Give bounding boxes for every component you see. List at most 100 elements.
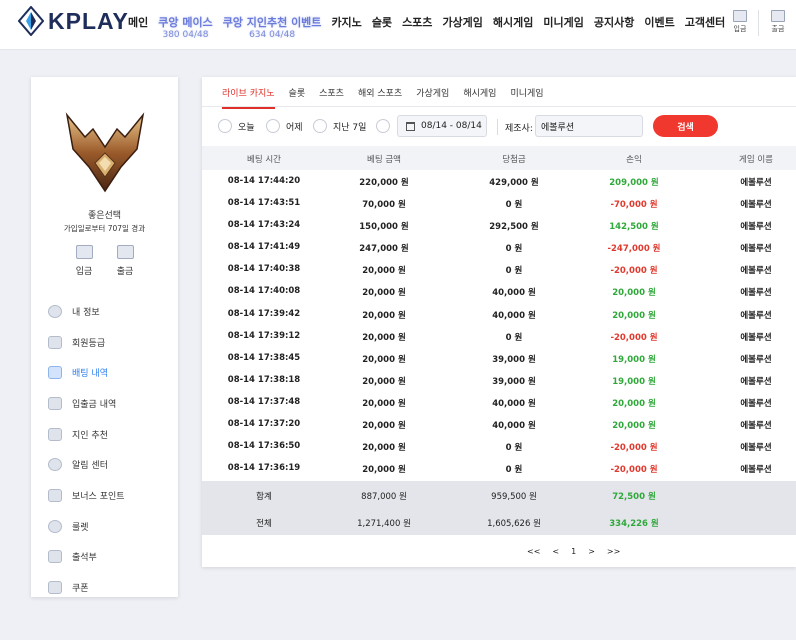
cell-time: 08-14 17:44:20 bbox=[227, 176, 301, 186]
cell-bet: 20,000 원 bbox=[362, 310, 406, 321]
table-body: 08-14 17:44:20 220,000 원 429,000 원 209,000 … bbox=[202, 170, 796, 479]
cell-game: 에볼루션 bbox=[740, 244, 772, 255]
sidebar-menu-item[interactable]: 내 정보 bbox=[48, 296, 125, 327]
tabs-divider bbox=[202, 106, 796, 107]
radio-custom[interactable] bbox=[376, 119, 396, 133]
wallet-icon bbox=[771, 10, 785, 22]
table-row: 08-14 17:43:51 70,000 원 0 원 -70,000 원 에볼루션 bbox=[202, 192, 796, 214]
page-last[interactable]: >> bbox=[607, 547, 620, 556]
nav-item[interactable]: 메인 bbox=[128, 14, 148, 30]
cell-win: 0 원 bbox=[505, 244, 523, 255]
transaction-icon bbox=[48, 396, 62, 410]
cell-pl: -247,000 원 bbox=[607, 244, 661, 255]
sidebar-menu-item[interactable]: 출석부 bbox=[48, 542, 125, 573]
radio-circle bbox=[376, 119, 390, 133]
page-next[interactable]: > bbox=[588, 547, 595, 556]
nav-item-label: 카지노 bbox=[331, 16, 362, 29]
cell-pl: -20,000 원 bbox=[610, 465, 658, 476]
cell-bet: 150,000 원 bbox=[359, 222, 409, 233]
nav-item-label: 이벤트 bbox=[644, 16, 675, 29]
page-current[interactable]: 1 bbox=[571, 547, 576, 556]
radio-yesterday[interactable]: 어제 bbox=[266, 119, 303, 133]
cell-win: 429,000 원 bbox=[489, 178, 539, 188]
sidebar-menu-item[interactable]: 입출금 내역 bbox=[48, 388, 125, 419]
pagination: << < 1 > >> bbox=[527, 547, 632, 556]
nav-item[interactable]: 쿠앙 메이스 380 04/48 bbox=[158, 14, 212, 40]
nav-item-sub: 380 04/48 bbox=[162, 30, 209, 40]
provider-input[interactable] bbox=[535, 115, 643, 137]
cell-win: 40,000 원 bbox=[492, 288, 536, 299]
sidebar-menu-label: 배팅 내역 bbox=[72, 369, 108, 380]
cell-game: 에볼루션 bbox=[740, 310, 772, 321]
table-row: 08-14 17:43:24 150,000 원 292,500 원 142,500 … bbox=[202, 214, 796, 236]
cell-pl: 20,000 원 bbox=[612, 288, 656, 299]
nav-item[interactable]: 스포츠 bbox=[402, 14, 432, 30]
cell-game: 에볼루션 bbox=[740, 266, 772, 277]
header-divider bbox=[758, 10, 759, 36]
calendar-icon bbox=[406, 121, 415, 131]
nav-item[interactable]: 가상게임 bbox=[442, 14, 482, 30]
nav-item-sub: 634 04/48 bbox=[249, 30, 296, 40]
sidebar-menu-label: 입출금 내역 bbox=[72, 399, 117, 410]
subtotal-bet: 887,000 원 bbox=[361, 492, 407, 502]
column-header: 베팅 금액 bbox=[367, 155, 401, 165]
sidebar-menu-item[interactable]: 룰렛 bbox=[48, 511, 125, 542]
search-button[interactable]: 검색 bbox=[653, 115, 718, 137]
cell-win: 292,500 원 bbox=[489, 222, 539, 233]
attendance-icon bbox=[48, 550, 62, 564]
sidebar-menu-item[interactable]: 배팅 내역 bbox=[48, 357, 125, 388]
nav-item-label: 스포츠 bbox=[402, 16, 433, 29]
cell-pl: -20,000 원 bbox=[610, 332, 658, 343]
sidebar-menu-item[interactable]: 회원등급 bbox=[48, 327, 125, 358]
radio-today[interactable]: 오늘 bbox=[218, 119, 255, 133]
sidebar-menu-item[interactable]: 보너스 포인트 bbox=[48, 480, 125, 511]
nav-item[interactable]: 카지노 bbox=[331, 14, 361, 30]
nav-item[interactable]: 공지사항 bbox=[594, 14, 634, 30]
nav-item[interactable]: 고객센터 bbox=[685, 14, 725, 30]
sidebar-withdraw-button[interactable]: 출금 bbox=[110, 245, 140, 277]
sidebar-menu-label: 보너스 포인트 bbox=[72, 491, 125, 502]
page-prev[interactable]: < bbox=[552, 547, 559, 556]
table-row: 08-14 17:38:45 20,000 원 39,000 원 19,000 원 에볼… bbox=[202, 347, 796, 369]
cell-game: 에볼루션 bbox=[740, 398, 772, 409]
cell-bet: 70,000 원 bbox=[362, 200, 406, 211]
sidebar-menu-item[interactable]: 지인 추천 bbox=[48, 419, 125, 450]
nav-item[interactable]: 쿠앙 지인추천 이벤트 634 04/48 bbox=[223, 14, 322, 40]
page-first[interactable]: << bbox=[527, 547, 540, 556]
total-bet: 1,271,400 원 bbox=[357, 519, 411, 529]
cell-time: 08-14 17:36:19 bbox=[227, 463, 301, 474]
nav-item[interactable]: 이벤트 bbox=[644, 14, 674, 30]
nav-item[interactable]: 미니게임 bbox=[543, 14, 583, 30]
cell-win: 0 원 bbox=[505, 443, 523, 454]
betting-history-panel: 라이브 카지노 슬롯 스포츠 해외 스포츠 가상게임 해시게임 미니게임 오늘 어제 지난 … bbox=[202, 77, 796, 567]
nav-item[interactable]: 슬롯 bbox=[372, 14, 392, 30]
total-row: 전체 1,271,400 원 1,605,626 원 334,226 원 bbox=[202, 508, 796, 535]
sidebar-menu-item[interactable]: 쿠폰 bbox=[48, 572, 125, 603]
radio-last7[interactable]: 지난 7일 bbox=[313, 119, 366, 133]
cell-time: 08-14 17:39:12 bbox=[227, 330, 301, 341]
date-range-picker[interactable]: 08/14 - 08/14 bbox=[397, 115, 487, 137]
table-row: 08-14 17:40:08 20,000 원 40,000 원 20,000 원 에볼… bbox=[202, 280, 796, 302]
sidebar-menu-item[interactable]: 알림 센터 bbox=[48, 449, 125, 480]
table-row: 08-14 17:41:49 247,000 원 0 원 -247,000 원 에볼루션 bbox=[202, 236, 796, 258]
cell-game: 에볼루션 bbox=[740, 465, 772, 476]
cell-bet: 20,000 원 bbox=[362, 354, 406, 365]
nav-item-label: 슬롯 bbox=[371, 16, 393, 29]
sidebar-menu-label: 룰렛 bbox=[72, 522, 89, 533]
betting-history-icon bbox=[48, 366, 62, 380]
nav-item-label: 가상게임 bbox=[442, 16, 483, 29]
table-row: 08-14 17:36:19 20,000 원 0 원 -20,000 원 에볼루션 bbox=[202, 457, 796, 479]
top-header: KPLAY 메인 쿠앙 메이스 380 04/48 쿠앙 지인추천 이벤트 634 04… bbox=[0, 0, 796, 50]
header-withdraw-button[interactable]: 출금 bbox=[764, 10, 792, 34]
logo[interactable]: KPLAY bbox=[18, 6, 129, 36]
cell-time: 08-14 17:38:45 bbox=[227, 352, 301, 363]
header-deposit-button[interactable]: 입금 bbox=[726, 10, 754, 34]
nav-item-label: 고객센터 bbox=[684, 16, 726, 29]
nav-item-label: 공지사항 bbox=[593, 16, 635, 29]
sidebar-deposit-button[interactable]: 입금 bbox=[69, 245, 99, 277]
cell-win: 0 원 bbox=[505, 200, 523, 211]
cell-win: 40,000 원 bbox=[492, 398, 536, 409]
nav-item[interactable]: 해시게임 bbox=[493, 14, 533, 30]
table-header: 베팅 시간 베팅 금액 당첨금 손익 게임 이름 bbox=[202, 146, 796, 170]
notification-icon bbox=[48, 458, 62, 472]
